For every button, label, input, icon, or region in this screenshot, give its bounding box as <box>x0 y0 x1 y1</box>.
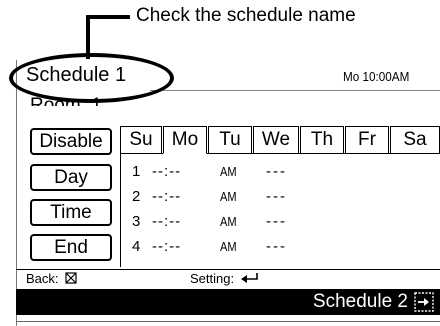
row-ampm: AM <box>220 214 237 229</box>
next-schedule-label: Schedule 2 <box>312 291 408 312</box>
callout-ellipse <box>9 53 174 103</box>
time-button[interactable]: Time <box>30 199 112 226</box>
row-temperature: --- <box>266 163 287 180</box>
back-hint: Back: <box>26 271 77 287</box>
page-next-icon[interactable] <box>414 292 434 312</box>
row-number: 3 <box>132 213 141 230</box>
row-ampm: AM <box>220 189 237 204</box>
row-ampm: AM <box>220 164 237 179</box>
row-time: --:-- <box>152 188 182 205</box>
row-temperature: --- <box>266 188 287 205</box>
row-number: 1 <box>132 163 141 180</box>
day-button[interactable]: Day <box>30 164 112 191</box>
tab-sa[interactable]: Sa <box>390 126 440 154</box>
screen-left-border <box>16 60 17 326</box>
cross-box-icon <box>65 272 77 284</box>
tab-fr[interactable]: Fr <box>345 126 389 154</box>
row-number: 2 <box>132 188 141 205</box>
row-temperature: --- <box>266 213 287 230</box>
callout-text: Check the schedule name <box>136 5 356 26</box>
header-divider <box>150 90 440 91</box>
screen-bottom-border <box>16 321 440 322</box>
tab-th[interactable]: Th <box>300 126 344 154</box>
row-temperature: --- <box>266 238 287 255</box>
row-time: --:-- <box>152 163 182 180</box>
disable-button[interactable]: Disable <box>30 128 112 155</box>
row-ampm: AM <box>220 239 237 254</box>
end-button[interactable]: End <box>30 234 112 261</box>
callout-leader-horizontal <box>86 15 130 19</box>
clock: Mo 10:00AM <box>343 69 410 84</box>
setting-hint: Setting: <box>190 271 260 287</box>
tab-we[interactable]: We <box>253 126 299 154</box>
back-hint-label: Back: <box>26 271 59 286</box>
tab-su[interactable]: Su <box>120 126 162 154</box>
row-time: --:-- <box>152 213 182 230</box>
enter-arrow-icon <box>240 273 258 283</box>
hint-divider <box>16 269 440 270</box>
row-number: 4 <box>132 238 141 255</box>
footer-bar[interactable]: Schedule 2 <box>16 289 440 315</box>
tab-tu[interactable]: Tu <box>208 126 252 154</box>
day-tabs: Su Mo Tu We Th Fr Sa <box>120 126 440 154</box>
tab-mo[interactable]: Mo <box>163 126 207 154</box>
setting-hint-label: Setting: <box>190 271 235 286</box>
row-time: --:-- <box>152 238 182 255</box>
